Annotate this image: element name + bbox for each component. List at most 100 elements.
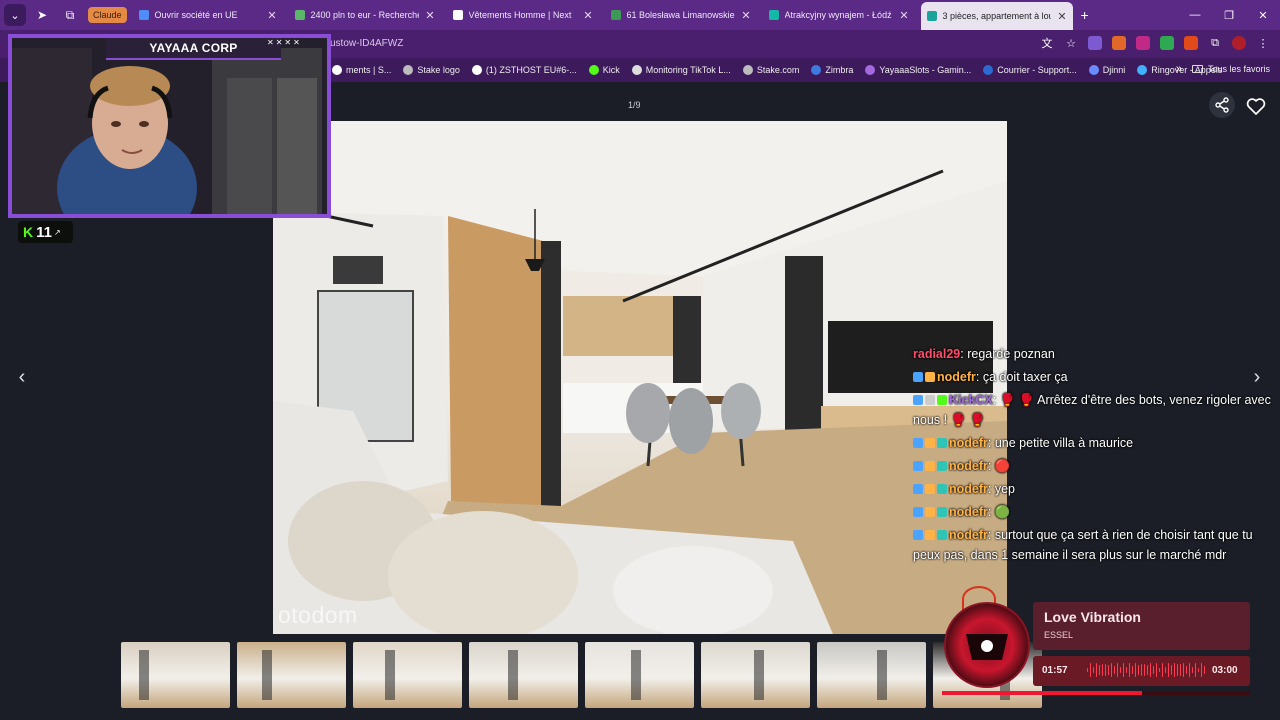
waveform-bar [1114,665,1115,675]
pinned-tab-icon[interactable]: ⧉ [58,3,82,27]
tab-close-icon[interactable]: ✕ [583,9,592,22]
favorite-heart-button[interactable] [1244,94,1268,118]
bookmark-item[interactable]: Kick [588,65,620,75]
chat-message: nodefr: 🟢 [913,502,1273,522]
extension-icon[interactable] [1136,36,1150,50]
bookmark-item[interactable]: Stake logo [403,65,460,75]
chat-username[interactable]: nodefr [937,370,976,384]
chat-username[interactable]: nodefr [949,528,988,542]
photo-thumbnail[interactable] [585,642,694,708]
bookmark-item[interactable]: Courrier - Support... [983,65,1077,75]
photo-thumbnail[interactable] [237,642,346,708]
close-window-icon[interactable]: ✕ [1246,9,1280,22]
waveform-bar [1087,668,1088,672]
bookmarks-overflow-icon[interactable]: » [1176,63,1182,75]
chat-username[interactable]: nodefr [949,482,988,496]
waveform-bar [1150,663,1151,677]
chat-username[interactable]: KickCX [949,393,993,407]
chat-badge-icon [925,484,935,494]
bookmark-item[interactable]: ments | S... [332,65,391,75]
apartment-main-photo[interactable] [273,121,1007,634]
total-time: 03:00 [1212,665,1238,676]
all-favorites-folder[interactable]: Tous les favoris [1191,64,1270,74]
chat-badge-icon [913,461,923,471]
claude-tab-group[interactable]: Claude [88,7,127,23]
minimize-icon[interactable]: — [1178,9,1212,21]
browser-tab-bar: ⌄ ➤ ⧉ Claude Ouvrir société en UE ✕ 2400… [0,0,1280,30]
browser-tab[interactable]: Atrakcyjny wynajem - Łódź - sp ✕ [763,2,915,28]
more-menu-icon[interactable]: ⋮ [1256,36,1270,50]
extension-icon[interactable] [1160,36,1174,50]
tab-close-icon[interactable]: ✕ [425,9,434,22]
browser-tab[interactable]: 61 Bolesława Limanowskiego - ✕ [605,2,757,28]
maximize-icon[interactable]: ❐ [1212,9,1246,22]
extensions-puzzle-icon[interactable]: ⧉ [1208,36,1222,50]
profile-avatar-icon[interactable] [1232,36,1246,50]
bookmark-star-icon[interactable]: ☆ [1064,36,1078,50]
photo-thumbnail[interactable] [353,642,462,708]
telegram-tab-icon[interactable]: ➤ [30,3,54,27]
tab-close-icon[interactable]: ✕ [267,9,276,22]
chat-username[interactable]: nodefr [949,505,988,519]
bookmark-item[interactable]: Monitoring TikTok L... [631,65,731,75]
photo-thumbnail[interactable] [701,642,810,708]
waveform-bar [1123,662,1124,678]
bookmark-list: ments | S... Stake logo (1) ZSTHOST EU#6-.… [332,65,1234,75]
tab-close-icon[interactable]: ✕ [1057,10,1066,23]
chat-badge-icon [925,372,935,382]
chat-text: : regarde poznan [960,347,1055,361]
bookmark-item[interactable]: Djinni [1088,65,1126,75]
chat-username[interactable]: nodefr [949,436,988,450]
otodom-watermark-logo: otodom [278,602,358,628]
extension-icon[interactable] [1112,36,1126,50]
photo-thumbnail[interactable] [121,642,230,708]
bookmark-favicon-icon [1088,65,1099,75]
bookmark-item[interactable]: Stake.com [742,65,800,75]
toolbar-icons: 文 ☆ ⧉ ⋮ [1040,36,1270,50]
browser-tab[interactable]: Ouvrir société en UE ✕ [133,2,283,28]
previous-photo-arrow-icon[interactable]: ‹ [10,365,34,389]
bookmark-item[interactable]: Zimbra [811,65,853,75]
new-tab-plus-icon[interactable]: + [1081,7,1089,23]
tab-favicon-icon [926,11,937,21]
url-text[interactable]: ustow-ID4AFWZ [330,38,403,49]
waveform-bar [1153,666,1154,674]
current-time: 01:57 [1042,665,1068,676]
translate-icon[interactable]: 文 [1040,36,1054,50]
extension-icon[interactable] [1184,36,1198,50]
tab-favicon-icon [768,10,779,20]
photo-thumbnail[interactable] [469,642,578,708]
waveform-bar [1099,665,1100,675]
chat-username[interactable]: radial29 [913,347,960,361]
waveform-bar [1192,666,1193,674]
share-button[interactable] [1209,92,1235,118]
waveform-bar [1165,666,1166,674]
waveform-bar [1129,662,1130,678]
extension-icon[interactable] [1088,36,1102,50]
browser-tab[interactable]: 2400 pln to eur - Recherche Go ✕ [289,2,441,28]
window-controls: — ❐ ✕ [1178,0,1280,30]
chat-badge-icon [925,395,935,405]
playback-progress-fill [942,691,1143,695]
browser-tab-active[interactable]: 3 pièces, appartement à louer - ✕ [920,2,1073,30]
bookmark-label: Stake.com [756,65,800,75]
tab-close-icon[interactable]: ✕ [741,9,750,22]
chat-badge-icon [913,530,923,540]
tab-close-icon[interactable]: ✕ [899,9,908,22]
waveform-bar [1204,666,1205,674]
photo-counter: 1/9 [628,100,641,110]
chat-username[interactable]: nodefr [949,459,988,473]
song-artist: ESSEL [1044,630,1074,640]
waveform-bar [1108,664,1109,676]
tab-menu-chevron-icon[interactable]: ⌄ [4,4,26,26]
song-title: Love Vibration [1044,609,1141,625]
browser-tab[interactable]: Vêtements Homme | Next ✕ [447,2,599,28]
bookmark-item[interactable]: (1) ZSTHOST EU#6-... [471,65,577,75]
photo-thumbnail[interactable] [817,642,926,708]
bookmark-label: Djinni [1102,65,1126,75]
thumbnail-detail [385,650,395,700]
bookmark-item[interactable]: YayaaaSlots - Gamin... [865,65,971,75]
thumbnail-detail [262,650,272,700]
waveform-bar [1132,666,1133,674]
kick-viewer-badge: K 11 ↗ [18,221,73,243]
